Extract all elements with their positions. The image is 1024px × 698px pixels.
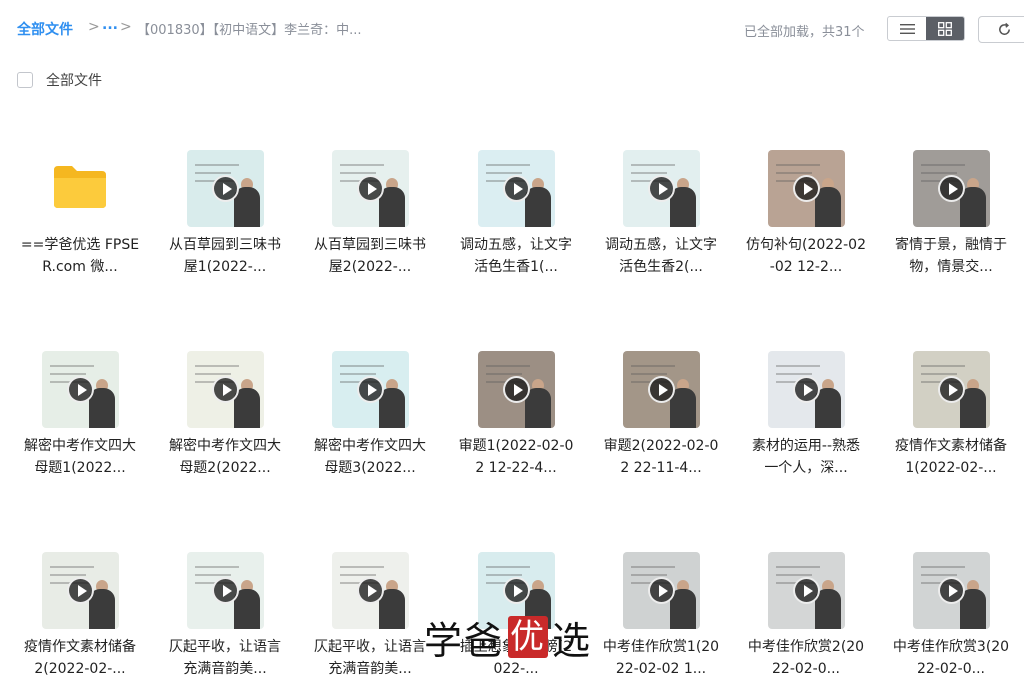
play-icon[interactable] bbox=[938, 175, 965, 202]
video-thumbnail bbox=[623, 150, 700, 227]
folder-icon bbox=[54, 166, 106, 208]
video-thumbnail bbox=[623, 351, 700, 428]
video-item[interactable]: 解密中考作文四大母题2(2022... bbox=[165, 351, 285, 491]
video-thumbnail bbox=[42, 552, 119, 629]
video-item[interactable]: 寄情于景，融情于物，情景交... bbox=[891, 150, 1011, 290]
play-icon[interactable] bbox=[793, 376, 820, 403]
item-label: 中考佳作欣赏1(2022-02-02 1... bbox=[602, 639, 720, 677]
watermark-logo: 学爸 优 选 bbox=[424, 612, 593, 663]
play-icon[interactable] bbox=[357, 175, 384, 202]
video-item[interactable]: 从百草园到三味书屋2(2022-... bbox=[310, 150, 430, 290]
video-item[interactable]: 调动五感，让文字活色生香2(... bbox=[601, 150, 721, 290]
video-item[interactable]: 审题1(2022-02-02 12-22-4... bbox=[456, 351, 576, 491]
play-icon[interactable] bbox=[938, 376, 965, 403]
item-label: 从百草园到三味书屋1(2022-... bbox=[169, 237, 281, 275]
video-thumbnail bbox=[768, 351, 845, 428]
play-icon[interactable] bbox=[793, 175, 820, 202]
video-item[interactable]: 仿句补句(2022-02-02 12-2... bbox=[746, 150, 866, 290]
item-label: 调动五感，让文字活色生香2(... bbox=[605, 237, 717, 275]
video-thumbnail bbox=[187, 552, 264, 629]
item-label: 从百草园到三味书屋2(2022-... bbox=[314, 237, 426, 275]
video-item[interactable]: 素材的运用--熟悉一个人，深... bbox=[746, 351, 866, 491]
item-label: 调动五感，让文字活色生香1(... bbox=[460, 237, 572, 275]
play-icon[interactable] bbox=[503, 376, 530, 403]
video-thumbnail bbox=[913, 150, 990, 227]
video-item[interactable]: 从百草园到三味书屋1(2022-... bbox=[165, 150, 285, 290]
item-label: 审题1(2022-02-02 12-22-4... bbox=[458, 438, 574, 476]
play-icon[interactable] bbox=[503, 175, 530, 202]
item-label: ==学爸优选 FPSER.com 微... bbox=[20, 237, 140, 275]
folder-item[interactable]: ==学爸优选 FPSER.com 微... bbox=[20, 150, 140, 290]
video-thumbnail bbox=[478, 351, 555, 428]
video-item[interactable]: 中考佳作欣赏1(2022-02-02 1... bbox=[601, 552, 721, 692]
item-label: 寄情于景，融情于物，情景交... bbox=[895, 237, 1007, 275]
video-thumbnail bbox=[187, 351, 264, 428]
item-label: 素材的运用--熟悉一个人，深... bbox=[751, 438, 861, 476]
video-thumbnail bbox=[42, 351, 119, 428]
video-thumbnail bbox=[332, 150, 409, 227]
play-icon[interactable] bbox=[212, 376, 239, 403]
video-item[interactable]: 疫情作文素材储备1(2022-02-... bbox=[891, 351, 1011, 491]
item-label: 解密中考作文四大母题2(2022... bbox=[169, 438, 281, 476]
play-icon[interactable] bbox=[503, 577, 530, 604]
play-icon[interactable] bbox=[357, 376, 384, 403]
video-thumbnail bbox=[623, 552, 700, 629]
video-thumbnail bbox=[187, 150, 264, 227]
video-item[interactable]: 中考佳作欣赏3(2022-02-0... bbox=[891, 552, 1011, 692]
item-label: 疫情作文素材储备2(2022-02-... bbox=[24, 639, 136, 677]
video-item[interactable]: 调动五感，让文字活色生香1(... bbox=[456, 150, 576, 290]
video-thumbnail bbox=[478, 150, 555, 227]
item-label: 中考佳作欣赏2(2022-02-0... bbox=[747, 639, 865, 677]
watermark-boxed: 优 bbox=[508, 616, 549, 658]
watermark-left: 学爸 bbox=[424, 618, 505, 663]
item-label: 仄起平收，让语言充满音韵美... bbox=[169, 639, 281, 677]
item-label: 解密中考作文四大母题1(2022... bbox=[24, 438, 136, 476]
item-label: 仄起平收，让语言充满音韵美... bbox=[314, 639, 426, 677]
play-icon[interactable] bbox=[648, 376, 675, 403]
video-item[interactable]: 中考佳作欣赏2(2022-02-0... bbox=[746, 552, 866, 692]
video-thumbnail bbox=[332, 351, 409, 428]
play-icon[interactable] bbox=[793, 577, 820, 604]
video-thumbnail bbox=[768, 552, 845, 629]
video-item[interactable]: 疫情作文素材储备2(2022-02-... bbox=[20, 552, 140, 692]
video-item[interactable]: 解密中考作文四大母题1(2022... bbox=[20, 351, 140, 491]
play-icon[interactable] bbox=[67, 577, 94, 604]
play-icon[interactable] bbox=[648, 577, 675, 604]
video-thumbnail bbox=[913, 552, 990, 629]
file-grid: ==学爸优选 FPSER.com 微... 从百草园到三味书屋1(2022-...… bbox=[0, 0, 1024, 698]
item-label: 仿句补句(2022-02-02 12-2... bbox=[746, 237, 866, 275]
video-item[interactable]: 仄起平收，让语言充满音韵美... bbox=[310, 552, 430, 692]
play-icon[interactable] bbox=[357, 577, 384, 604]
video-item[interactable]: 审题2(2022-02-02 22-11-4... bbox=[601, 351, 721, 491]
video-item[interactable]: 仄起平收，让语言充满音韵美... bbox=[165, 552, 285, 692]
item-label: 解密中考作文四大母题3(2022... bbox=[314, 438, 426, 476]
play-icon[interactable] bbox=[212, 175, 239, 202]
watermark-right: 选 bbox=[552, 618, 593, 663]
play-icon[interactable] bbox=[648, 175, 675, 202]
video-thumbnail bbox=[913, 351, 990, 428]
play-icon[interactable] bbox=[67, 376, 94, 403]
item-label: 中考佳作欣赏3(2022-02-0... bbox=[892, 639, 1010, 677]
video-thumbnail bbox=[332, 552, 409, 629]
video-thumbnail bbox=[768, 150, 845, 227]
play-icon[interactable] bbox=[938, 577, 965, 604]
play-icon[interactable] bbox=[212, 577, 239, 604]
video-item[interactable]: 解密中考作文四大母题3(2022... bbox=[310, 351, 430, 491]
item-label: 审题2(2022-02-02 22-11-4... bbox=[603, 438, 719, 476]
item-label: 疫情作文素材储备1(2022-02-... bbox=[895, 438, 1007, 476]
